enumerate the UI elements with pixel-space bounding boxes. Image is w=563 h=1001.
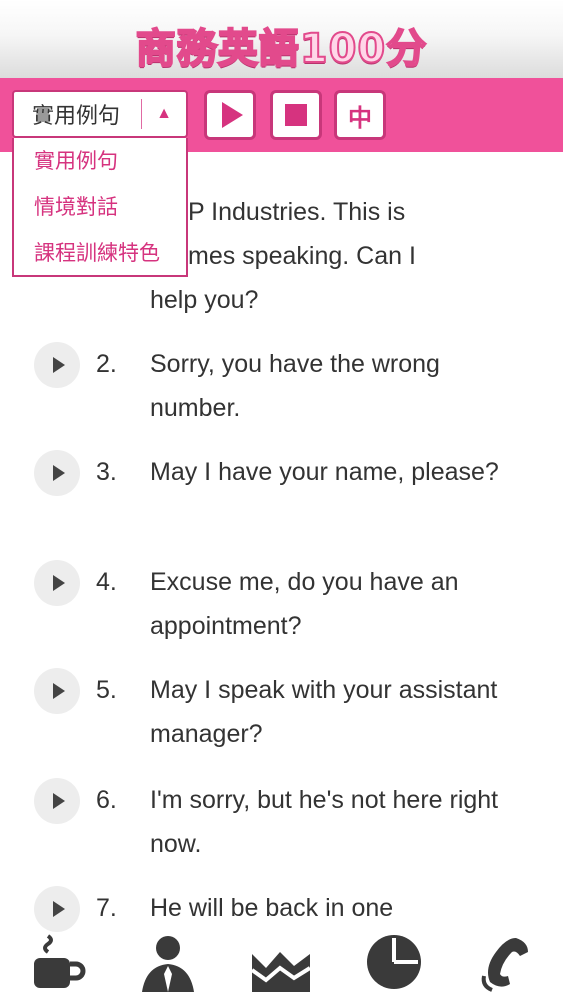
stop-button[interactable] [270,90,322,140]
tab-contact[interactable] [476,932,536,996]
sentence-text: Excuse me, do you have an appointment? [150,568,459,640]
chart-icon [250,952,312,992]
sentence-text: Sorry, you have the wrong number. [150,350,440,422]
tab-stats[interactable] [364,932,424,996]
tab-profile[interactable] [138,932,198,996]
menu-item-features[interactable]: 課程訓練特色 [14,230,186,276]
play-icon [52,793,65,809]
dropdown-selected-label: 實用例句 [32,104,121,129]
app-title: 商務英語100分 [135,25,428,73]
chinese-toggle-button[interactable]: 中 [334,90,386,140]
play-all-button[interactable] [204,90,256,140]
play-icon [221,102,243,128]
coffee-cup-icon [34,934,86,988]
tab-coffee[interactable] [26,932,86,996]
sentence-play-button[interactable] [34,342,80,388]
play-icon [52,683,65,699]
sentence-play-button[interactable] [34,886,80,932]
sentence-number: 2. [96,350,117,378]
tab-bar [0,932,563,1000]
sentence-text: P Industries. This is mes speaking. Can … [150,198,416,314]
dropdown-menu: 實用例句 情境對話 課程訓練特色 [12,138,188,277]
tab-progress[interactable] [250,932,312,996]
sentence-number: 3. [96,458,117,486]
sentence-play-button[interactable] [34,668,80,714]
menu-item-dialogues[interactable]: 情境對話 [14,184,186,230]
caret-up-icon: ▲ [156,105,172,122]
sentence-text: He will be back in one [150,894,394,922]
sentence-play-button[interactable] [34,450,80,496]
sentence-number: 6. [96,786,117,814]
category-dropdown[interactable]: 實用例句 ▲ [12,90,188,138]
play-icon [52,357,65,373]
lang-label: 中 [348,103,372,132]
stop-icon [285,104,307,126]
play-icon [52,575,65,591]
sentence-text: May I have your name, please? [150,458,499,486]
app-header: 商務英語100分 [0,0,563,78]
menu-item-examples[interactable]: 實用例句 [14,138,186,184]
sentence-play-button[interactable] [34,778,80,824]
sentence-number: 4. [96,568,117,596]
sentence-number: 7. [96,894,117,922]
person-icon [142,936,194,992]
sentence-number: 5. [96,676,117,704]
play-icon [52,465,65,481]
sentence-play-button[interactable] [34,560,80,606]
phone-icon [481,938,528,992]
pie-chart-icon [367,935,421,989]
sentence-text: May I speak with your assistant manager? [150,676,498,748]
sentence-text: I'm sorry, but he's not here right now. [150,786,499,858]
play-icon [52,901,65,917]
